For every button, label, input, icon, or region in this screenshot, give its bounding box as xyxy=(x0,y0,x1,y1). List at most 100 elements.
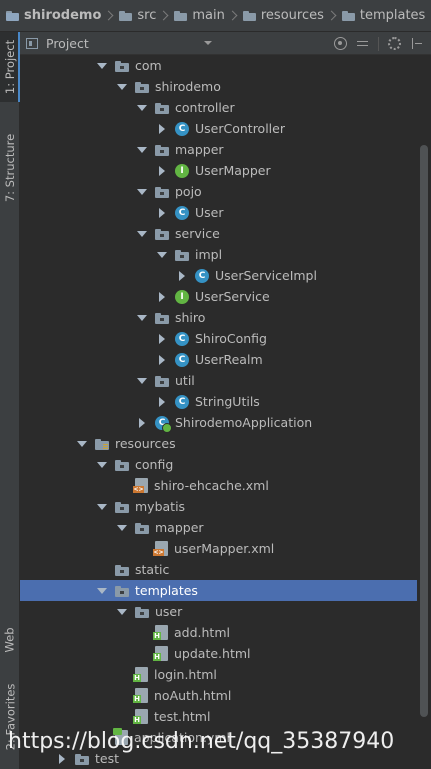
tree-node[interactable]: I UserMapper xyxy=(20,160,417,181)
tree-node-label: ShiroConfig xyxy=(195,331,267,346)
collapse-all-icon[interactable] xyxy=(356,37,369,50)
scrollbar-thumb[interactable] xyxy=(420,145,428,717)
tree-node[interactable]: C UserServiceImpl xyxy=(20,265,417,286)
tree-node[interactable]: resources xyxy=(20,433,417,454)
collapsed-arrow-icon[interactable] xyxy=(159,165,165,176)
tree-node[interactable]: shiro-ehcache.xml xyxy=(20,475,417,496)
project-tree: com shirodemo controller C UserController map… xyxy=(20,55,417,769)
expanded-arrow-icon[interactable] xyxy=(97,587,107,594)
expanded-arrow-icon[interactable] xyxy=(137,230,147,237)
settings-gear-icon[interactable] xyxy=(388,37,401,50)
collapsed-arrow-icon[interactable] xyxy=(59,753,65,764)
collapsed-arrow-icon[interactable] xyxy=(179,270,185,281)
tree-node[interactable]: mybatis xyxy=(20,496,417,517)
collapsed-arrow-icon[interactable] xyxy=(159,123,165,134)
tree-node[interactable]: mapper xyxy=(20,139,417,160)
collapsed-arrow-icon[interactable] xyxy=(159,207,165,218)
expanded-arrow-icon[interactable] xyxy=(137,188,147,195)
java-interface-icon: I xyxy=(175,289,189,304)
tree-node[interactable]: add.html xyxy=(20,622,417,643)
tree-node[interactable]: util xyxy=(20,370,417,391)
tree-node[interactable]: userMapper.xml xyxy=(20,538,417,559)
expanded-arrow-icon[interactable] xyxy=(97,62,107,69)
html-file-icon xyxy=(153,646,168,661)
breadcrumb-item[interactable]: resources xyxy=(242,0,342,31)
tree-node[interactable]: C ShirodemoApplication xyxy=(20,412,417,433)
tree-node[interactable]: mapper xyxy=(20,517,417,538)
hide-panel-icon[interactable] xyxy=(410,37,423,50)
collapsed-arrow-icon[interactable] xyxy=(159,354,165,365)
tree-node[interactable]: C StringUtils xyxy=(20,391,417,412)
tree-node[interactable]: update.html xyxy=(20,643,417,664)
folder-icon xyxy=(115,584,129,598)
expanded-arrow-icon[interactable] xyxy=(97,503,107,510)
tree-node[interactable]: C ShiroConfig xyxy=(20,328,417,349)
breadcrumb-item[interactable]: main xyxy=(174,0,242,31)
navigation-breadcrumb: shirodemo src main resources templates xyxy=(0,0,431,32)
folder-mark xyxy=(120,569,124,573)
tree-node-label: templates xyxy=(135,583,198,598)
project-view-selector[interactable]: Project xyxy=(26,34,212,53)
tree-node-label: UserController xyxy=(195,121,285,136)
tab-project[interactable]: 1: Project xyxy=(0,32,20,102)
panel-toolbar xyxy=(334,32,423,55)
breadcrumb-item[interactable]: templates xyxy=(341,0,425,31)
folder-icon xyxy=(242,10,256,21)
folder-icon xyxy=(155,311,169,325)
tree-node[interactable]: shiro xyxy=(20,307,417,328)
collapsed-arrow-icon[interactable] xyxy=(139,417,145,428)
expanded-arrow-icon[interactable] xyxy=(137,104,147,111)
expanded-arrow-icon[interactable] xyxy=(137,377,147,384)
tree-node-label: test.html xyxy=(154,709,211,724)
breadcrumb-item[interactable]: src xyxy=(119,0,174,31)
expanded-arrow-icon[interactable] xyxy=(137,146,147,153)
collapsed-arrow-icon[interactable] xyxy=(159,396,165,407)
expanded-arrow-icon[interactable] xyxy=(117,83,127,90)
vertical-scrollbar[interactable] xyxy=(417,55,431,769)
tree-node[interactable]: config xyxy=(20,454,417,475)
java-interface-icon: I xyxy=(175,163,189,178)
tree-node[interactable]: C UserRealm xyxy=(20,349,417,370)
tree-node-label: resources xyxy=(115,436,176,451)
expanded-arrow-icon[interactable] xyxy=(77,440,87,447)
tab-web-label: Web xyxy=(3,627,18,653)
tab-web[interactable]: Web xyxy=(0,617,20,663)
html-file-icon xyxy=(133,709,148,724)
tree-node[interactable]: C User xyxy=(20,202,417,223)
expanded-arrow-icon[interactable] xyxy=(117,608,127,615)
collapsed-arrow-icon[interactable] xyxy=(159,291,165,302)
tree-node[interactable]: C UserController xyxy=(20,118,417,139)
tab-structure[interactable]: 7: Structure xyxy=(0,124,20,212)
tree-node[interactable]: I UserService xyxy=(20,286,417,307)
folder-icon xyxy=(155,374,169,388)
tree-node[interactable]: impl xyxy=(20,244,417,265)
tree-node[interactable]: templates xyxy=(20,580,417,601)
tree-node[interactable]: controller xyxy=(20,97,417,118)
tree-node[interactable]: pojo xyxy=(20,181,417,202)
tree-node[interactable]: user xyxy=(20,601,417,622)
resources-folder-icon xyxy=(95,437,109,451)
tree-node[interactable]: service xyxy=(20,223,417,244)
target-icon[interactable] xyxy=(334,37,347,50)
expanded-arrow-icon[interactable] xyxy=(157,251,167,258)
tree-node[interactable]: login.html xyxy=(20,664,417,685)
folder-icon xyxy=(135,80,149,94)
project-icon xyxy=(26,37,38,49)
tree-node[interactable]: test.html xyxy=(20,706,417,727)
folder-mark xyxy=(160,380,164,384)
expanded-arrow-icon[interactable] xyxy=(137,314,147,321)
tree-node[interactable]: noAuth.html xyxy=(20,685,417,706)
tree-node-label: login.html xyxy=(154,667,217,682)
expanded-arrow-icon[interactable] xyxy=(117,524,127,531)
folder-mark xyxy=(160,107,164,111)
expanded-arrow-icon[interactable] xyxy=(97,461,107,468)
tree-node[interactable]: shirodemo xyxy=(20,76,417,97)
breadcrumb-item[interactable]: shirodemo xyxy=(6,0,119,31)
tree-node[interactable]: com xyxy=(20,55,417,76)
collapsed-arrow-icon[interactable] xyxy=(159,333,165,344)
tree-node-label: com xyxy=(135,58,162,73)
folder-mark xyxy=(120,464,124,468)
tree-node[interactable]: static xyxy=(20,559,417,580)
